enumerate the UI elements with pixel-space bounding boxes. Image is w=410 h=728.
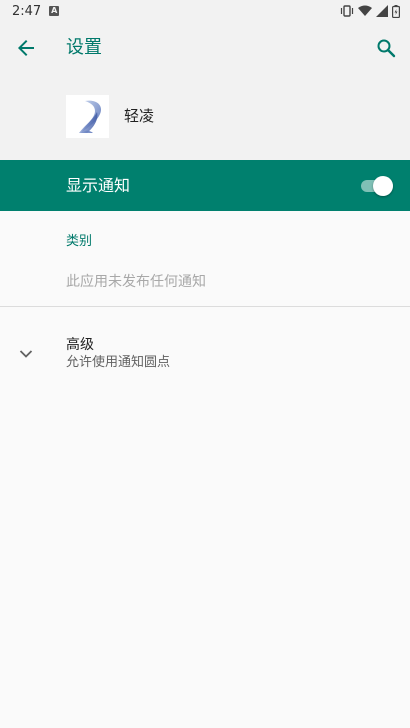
status-time: 2:47 [12, 3, 42, 19]
status-bar: 2:47 A [0, 0, 410, 22]
chevron-down-icon [16, 344, 36, 364]
status-left: 2:47 A [12, 3, 60, 19]
show-notifications-label: 显示通知 [66, 176, 131, 195]
show-notifications-toggle[interactable] [361, 176, 393, 196]
divider [0, 306, 410, 307]
wifi-icon [358, 5, 372, 16]
show-notifications-switch-bar[interactable]: 显示通知 [0, 160, 410, 211]
battery-icon [392, 4, 400, 18]
status-right [340, 4, 400, 18]
app-name: 轻凌 [124, 107, 155, 125]
vibrate-icon [340, 5, 354, 17]
search-icon [377, 39, 396, 58]
toggle-thumb [373, 176, 393, 196]
advanced-summary: 允许使用通知圆点 [66, 355, 171, 370]
search-button[interactable] [372, 34, 400, 62]
a-notification-icon: A [49, 6, 60, 16]
back-button[interactable] [12, 34, 40, 62]
page-title: 设置 [66, 37, 102, 58]
app-logo-icon [66, 95, 109, 138]
app-header: 轻凌 [0, 74, 410, 160]
app-bar: 设置 [0, 22, 410, 74]
arrow-back-icon [18, 40, 34, 56]
advanced-row[interactable]: 高级 允许使用通知圆点 [0, 326, 410, 382]
signal-icon [376, 5, 388, 17]
advanced-title: 高级 [66, 337, 94, 353]
category-section-header: 类别 [66, 234, 93, 249]
no-categories-message: 此应用未发布任何通知 [66, 274, 206, 290]
